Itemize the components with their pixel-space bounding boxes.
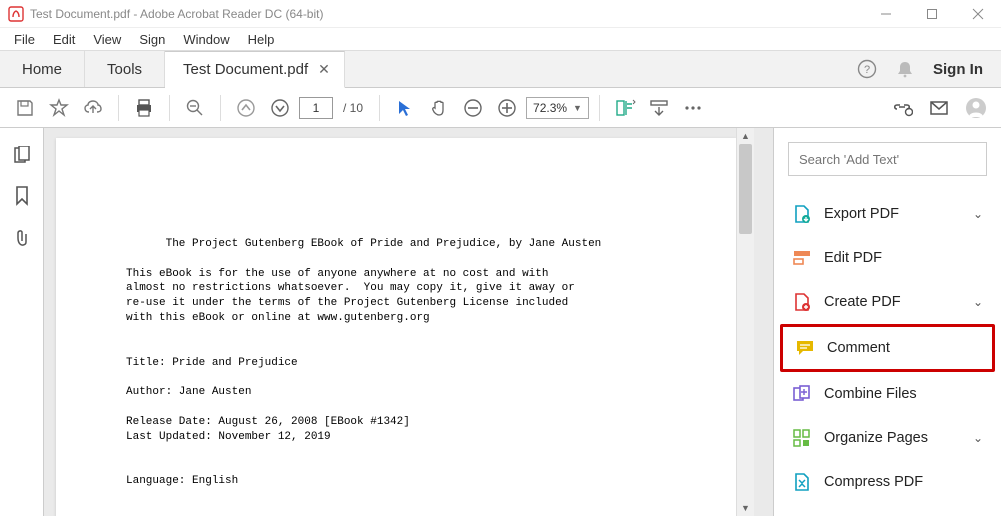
more-tools-icon[interactable] bbox=[678, 93, 708, 123]
highlighted-tool: Comment bbox=[780, 324, 995, 372]
chevron-down-icon: ⌄ bbox=[973, 431, 983, 445]
pointer-tool-icon[interactable] bbox=[390, 93, 420, 123]
print-icon[interactable] bbox=[129, 93, 159, 123]
chevron-down-icon: ⌄ bbox=[973, 207, 983, 221]
organize-pages-icon bbox=[792, 428, 812, 448]
vertical-scrollbar[interactable]: ▲ ▼ bbox=[736, 128, 754, 516]
scroll-thumb[interactable] bbox=[739, 144, 752, 234]
bookmark-icon[interactable] bbox=[14, 186, 30, 206]
minimize-button[interactable] bbox=[863, 0, 909, 28]
page-number-input[interactable] bbox=[299, 97, 333, 119]
tab-tools[interactable]: Tools bbox=[85, 51, 165, 87]
tab-strip: Home Tools Test Document.pdf ✕ ? Sign In bbox=[0, 50, 1001, 88]
attachment-icon[interactable] bbox=[13, 228, 31, 248]
tool-organize-pages[interactable]: Organize Pages ⌄ bbox=[788, 416, 987, 460]
sign-in-link[interactable]: Sign In bbox=[933, 61, 983, 78]
chevron-down-icon: ⌄ bbox=[973, 295, 983, 309]
svg-text:?: ? bbox=[864, 64, 870, 76]
tool-create-pdf[interactable]: Create PDF ⌄ bbox=[788, 280, 987, 324]
tab-home[interactable]: Home bbox=[0, 51, 85, 87]
document-text: The Project Gutenberg EBook of Pride and… bbox=[126, 238, 601, 516]
document-viewport[interactable]: The Project Gutenberg EBook of Pride and… bbox=[44, 128, 773, 516]
combine-files-icon bbox=[792, 384, 812, 404]
maximize-button[interactable] bbox=[909, 0, 955, 28]
create-pdf-icon bbox=[792, 292, 812, 312]
comment-icon bbox=[795, 338, 815, 358]
zoom-value: 72.3% bbox=[533, 101, 567, 115]
toolbar: / 10 72.3% ▼ bbox=[0, 88, 1001, 128]
profile-icon[interactable] bbox=[965, 97, 987, 119]
zoom-out-icon[interactable] bbox=[458, 93, 488, 123]
tab-document-label: Test Document.pdf bbox=[183, 61, 308, 78]
fit-width-icon[interactable] bbox=[610, 93, 640, 123]
menu-edit[interactable]: Edit bbox=[45, 30, 83, 49]
menu-help[interactable]: Help bbox=[240, 30, 283, 49]
help-icon[interactable]: ? bbox=[857, 59, 877, 79]
tool-comment[interactable]: Comment bbox=[791, 327, 984, 369]
tool-export-pdf[interactable]: Export PDF ⌄ bbox=[788, 192, 987, 236]
tab-document[interactable]: Test Document.pdf ✕ bbox=[165, 51, 345, 88]
edit-pdf-icon bbox=[792, 248, 812, 268]
left-nav-rail bbox=[0, 128, 44, 516]
acrobat-icon bbox=[8, 6, 24, 22]
chevron-down-icon: ▼ bbox=[573, 103, 582, 113]
right-tools-panel: Export PDF ⌄ Edit PDF Create PDF ⌄ Comme… bbox=[773, 128, 1001, 516]
export-pdf-icon bbox=[792, 204, 812, 224]
page-down-icon[interactable] bbox=[265, 93, 295, 123]
page-total-label: / 10 bbox=[343, 101, 363, 115]
save-icon[interactable] bbox=[10, 93, 40, 123]
tools-search-input[interactable] bbox=[788, 142, 987, 176]
menu-window[interactable]: Window bbox=[175, 30, 237, 49]
menu-sign[interactable]: Sign bbox=[131, 30, 173, 49]
menu-bar: File Edit View Sign Window Help bbox=[0, 28, 1001, 50]
zoom-dropdown[interactable]: 72.3% ▼ bbox=[526, 97, 589, 119]
menu-file[interactable]: File bbox=[6, 30, 43, 49]
title-bar: Test Document.pdf - Adobe Acrobat Reader… bbox=[0, 0, 1001, 28]
tool-compress-pdf[interactable]: Compress PDF bbox=[788, 460, 987, 504]
window-title: Test Document.pdf - Adobe Acrobat Reader… bbox=[30, 7, 323, 21]
zoom-out-find-icon[interactable] bbox=[180, 93, 210, 123]
star-icon[interactable] bbox=[44, 93, 74, 123]
cloud-upload-icon[interactable] bbox=[78, 93, 108, 123]
menu-view[interactable]: View bbox=[85, 30, 129, 49]
hand-tool-icon[interactable] bbox=[424, 93, 454, 123]
document-page: The Project Gutenberg EBook of Pride and… bbox=[56, 138, 736, 516]
main-area: The Project Gutenberg EBook of Pride and… bbox=[0, 128, 1001, 516]
tool-edit-pdf[interactable]: Edit PDF bbox=[788, 236, 987, 280]
close-button[interactable] bbox=[955, 0, 1001, 28]
notification-bell-icon[interactable] bbox=[895, 59, 915, 79]
thumbnails-icon[interactable] bbox=[13, 146, 31, 164]
email-icon[interactable] bbox=[929, 98, 949, 118]
window-controls bbox=[863, 0, 1001, 28]
scroll-down-icon[interactable]: ▼ bbox=[737, 500, 754, 516]
zoom-in-icon[interactable] bbox=[492, 93, 522, 123]
compress-pdf-icon bbox=[792, 472, 812, 492]
tool-combine-files[interactable]: Combine Files bbox=[788, 372, 987, 416]
tab-close-icon[interactable]: ✕ bbox=[318, 61, 330, 78]
read-mode-icon[interactable] bbox=[644, 93, 674, 123]
page-up-icon[interactable] bbox=[231, 93, 261, 123]
share-link-icon[interactable] bbox=[891, 98, 913, 118]
scroll-up-icon[interactable]: ▲ bbox=[737, 128, 754, 144]
